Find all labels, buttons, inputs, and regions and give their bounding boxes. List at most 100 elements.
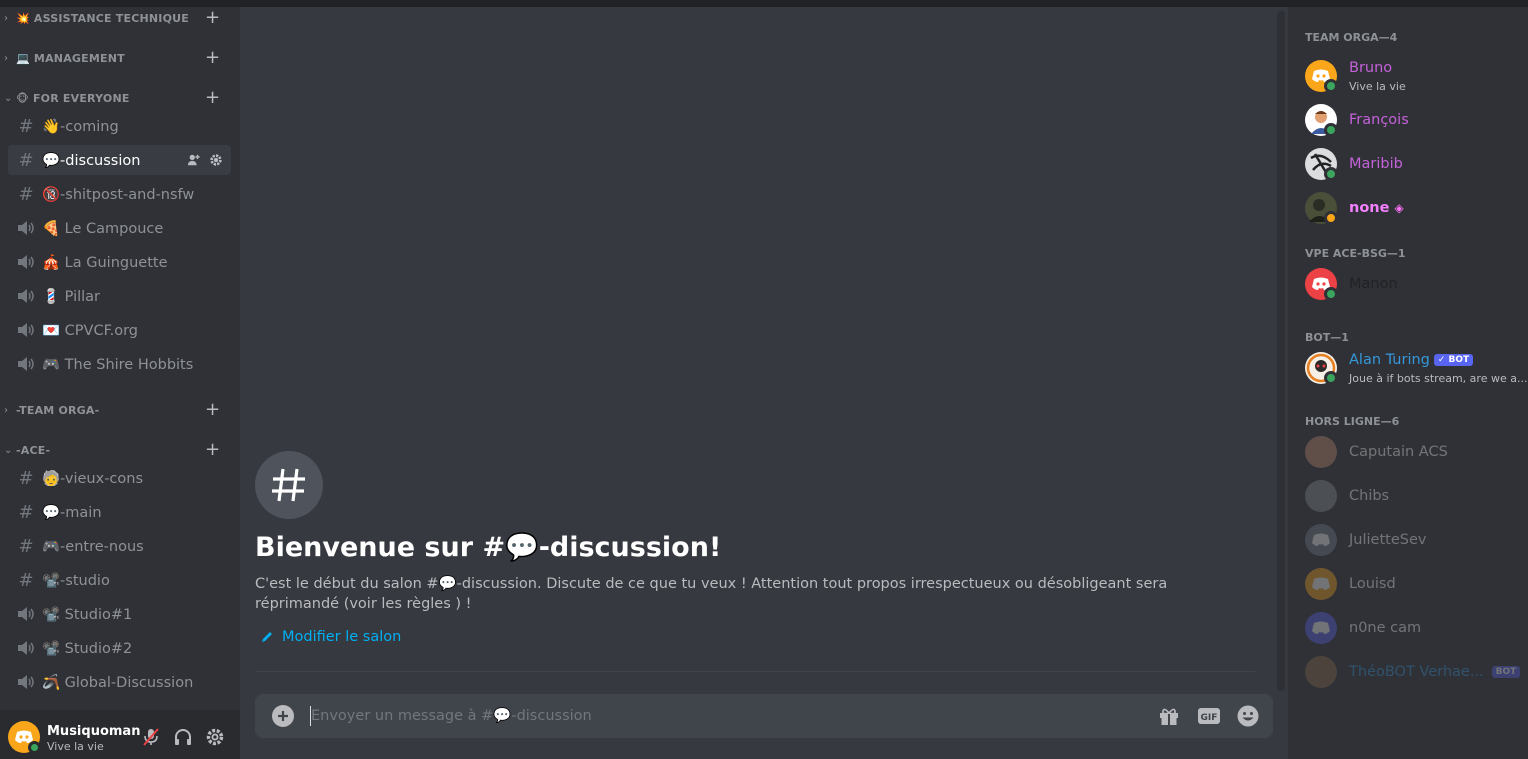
member-maribib[interactable]: Maribib — [1305, 144, 1520, 184]
channel-name: 🎮-entre-nous — [42, 538, 144, 555]
hash-icon: # — [18, 467, 34, 489]
online-status-dot — [1324, 371, 1338, 385]
voice-channel-studio-2[interactable]: 📽️ Studio#2 — [8, 633, 231, 663]
member-name: Alan Turing — [1349, 352, 1430, 368]
member-francois[interactable]: François — [1305, 100, 1520, 140]
member-louisd[interactable]: Louisd — [1305, 564, 1520, 604]
member-name: Bruno — [1349, 60, 1393, 76]
member-chibs[interactable]: Chibs — [1305, 476, 1520, 516]
mute-microphone-icon[interactable] — [141, 727, 161, 747]
add-channel-icon[interactable]: + — [205, 49, 220, 67]
channel-name: 💬-discussion — [42, 152, 141, 169]
member-name: Maribib — [1349, 156, 1403, 172]
voice-channel-shire-hobbits[interactable]: 🎮 The Shire Hobbits — [8, 349, 231, 379]
scrollbar[interactable] — [1277, 11, 1285, 691]
gift-icon[interactable] — [1157, 704, 1181, 728]
member-name: ThéoBOT Verhae... — [1349, 664, 1484, 680]
channel-name: 👋-coming — [42, 118, 119, 135]
welcome-prefix: Bienvenue sur # — [255, 532, 506, 563]
welcome-title: Bienvenue sur #💬-discussion! — [255, 531, 721, 563]
add-channel-icon[interactable]: + — [205, 441, 220, 459]
voice-channel-pillar[interactable]: 💈 Pillar — [8, 281, 231, 311]
channel-coming[interactable]: # 👋-coming — [8, 111, 231, 141]
message-composer[interactable]: Envoyer un message à #💬-discussion GIF — [255, 694, 1273, 738]
channel-description: C'est le début du salon #💬-discussion. D… — [255, 576, 1168, 612]
chevron-right-icon: › — [4, 404, 8, 416]
edit-channel-label: Modifier le salon — [282, 629, 402, 645]
channel-studio[interactable]: # 📽️-studio — [8, 565, 231, 595]
member-caputain-acs[interactable]: Caputain ACS — [1305, 432, 1520, 472]
speaker-icon — [16, 287, 36, 305]
category-ace[interactable]: ⌄ -ACE- + — [0, 439, 240, 461]
gear-icon[interactable] — [209, 153, 223, 167]
channel-sidebar: › 💥 ASSISTANCE TECHNIQUE + › 💻 MANAGEMEN… — [0, 7, 240, 759]
category-team-orga[interactable]: › -TEAM ORGA- + — [0, 399, 240, 421]
discord-logo-icon — [1312, 533, 1330, 546]
user-settings-gear-icon[interactable] — [205, 727, 225, 747]
member-name: Chibs — [1349, 488, 1390, 504]
channel-name: 🍕 Le Campouce — [42, 220, 164, 237]
channel-hash-icon — [255, 451, 323, 519]
category-label: -TEAM ORGA- — [16, 403, 100, 417]
channel-main[interactable]: # 💬-main — [8, 497, 231, 527]
member-theobot[interactable]: ThéoBOT Verhae... BOT — [1305, 652, 1521, 692]
headphones-icon[interactable] — [173, 727, 193, 747]
emoji-icon[interactable] — [1236, 704, 1260, 728]
voice-channel-studio-1[interactable]: 📽️ Studio#1 — [8, 599, 231, 629]
hash-icon: # — [18, 115, 34, 137]
channel-discussion[interactable]: # 💬-discussion — [8, 145, 231, 175]
member-bruno[interactable]: Bruno Vive la vie — [1305, 56, 1520, 96]
voice-channel-la-guinguette[interactable]: 🎪 La Guinguette — [8, 247, 231, 277]
member-name-row: Alan Turing ✓ BOT — [1349, 352, 1474, 368]
nitro-boost-icon: ◈ — [1394, 201, 1404, 215]
edit-channel-link[interactable]: Modifier le salon — [260, 629, 401, 645]
channel-name: 💌 CPVCF.org — [42, 322, 138, 339]
chevron-right-icon: › — [4, 12, 8, 24]
member-n0ne-cam[interactable]: n0ne cam — [1305, 608, 1520, 648]
member-manon[interactable]: Manon — [1305, 264, 1520, 304]
window-top-bar — [0, 0, 1528, 7]
member-list: TEAM ORGA—4 Bruno Vive la vie François M… — [1288, 7, 1528, 759]
add-channel-icon[interactable]: + — [205, 401, 220, 419]
channel-name: 📽️-studio — [42, 572, 110, 589]
speaker-icon — [16, 605, 36, 623]
speaker-icon — [16, 673, 36, 691]
message-input[interactable]: Envoyer un message à #💬-discussion — [311, 707, 592, 724]
category-assistance-technique[interactable]: › 💥 ASSISTANCE TECHNIQUE + — [0, 7, 240, 29]
category-for-everyone[interactable]: ⌄ 🐵 FOR EVERYONE + — [0, 87, 240, 109]
avatar — [1305, 436, 1337, 468]
member-status-text: Joue à if bots stream, are we a... — [1349, 372, 1528, 385]
avatar — [1305, 612, 1337, 644]
chat-area: Bienvenue sur #💬-discussion! C'est le dé… — [240, 7, 1288, 759]
category-management[interactable]: › 💻 MANAGEMENT + — [0, 47, 240, 69]
member-juliettesev[interactable]: JulietteSev — [1305, 520, 1520, 560]
chevron-down-icon: ⌄ — [4, 444, 13, 456]
add-channel-icon[interactable]: + — [205, 9, 220, 27]
gif-icon[interactable]: GIF — [1197, 704, 1221, 728]
voice-channel-le-campouce[interactable]: 🍕 Le Campouce — [8, 213, 231, 243]
voice-channel-cpvcf[interactable]: 💌 CPVCF.org — [8, 315, 231, 345]
online-status-dot — [28, 741, 41, 754]
channel-name: 📽️ Studio#2 — [42, 640, 133, 657]
add-channel-icon[interactable]: + — [205, 89, 220, 107]
channel-shitpost-and-nsfw[interactable]: # 🔞-shitpost-and-nsfw — [8, 179, 231, 209]
pencil-icon — [262, 632, 272, 642]
add-member-icon[interactable] — [187, 153, 201, 167]
avatar — [1305, 524, 1337, 556]
member-alan-turing[interactable]: Alan Turing ✓ BOT Joue à if bots stream, … — [1305, 348, 1527, 388]
username: Musiquoman — [47, 724, 141, 739]
bot-tag: BOT — [1491, 666, 1521, 678]
member-none[interactable]: none ◈ — [1305, 188, 1520, 228]
channel-list: › 💥 ASSISTANCE TECHNIQUE + › 💻 MANAGEMEN… — [0, 7, 240, 710]
voice-channel-global-discussion[interactable]: 🪃 Global-Discussion — [8, 667, 231, 697]
member-group-header: BOT—1 — [1305, 331, 1349, 344]
hash-icon: # — [18, 149, 34, 171]
idle-status-dot — [1324, 211, 1338, 225]
channel-name: 💈 Pillar — [42, 288, 101, 305]
add-attachment-icon[interactable] — [272, 705, 294, 727]
channel-entre-nous[interactable]: # 🎮-entre-nous — [8, 531, 231, 561]
channel-vieux-cons[interactable]: # 🧓-vieux-cons — [8, 463, 231, 493]
category-label: 🐵 FOR EVERYONE — [16, 91, 130, 105]
divider — [255, 671, 1255, 672]
category-label: -ACE- — [16, 443, 51, 457]
